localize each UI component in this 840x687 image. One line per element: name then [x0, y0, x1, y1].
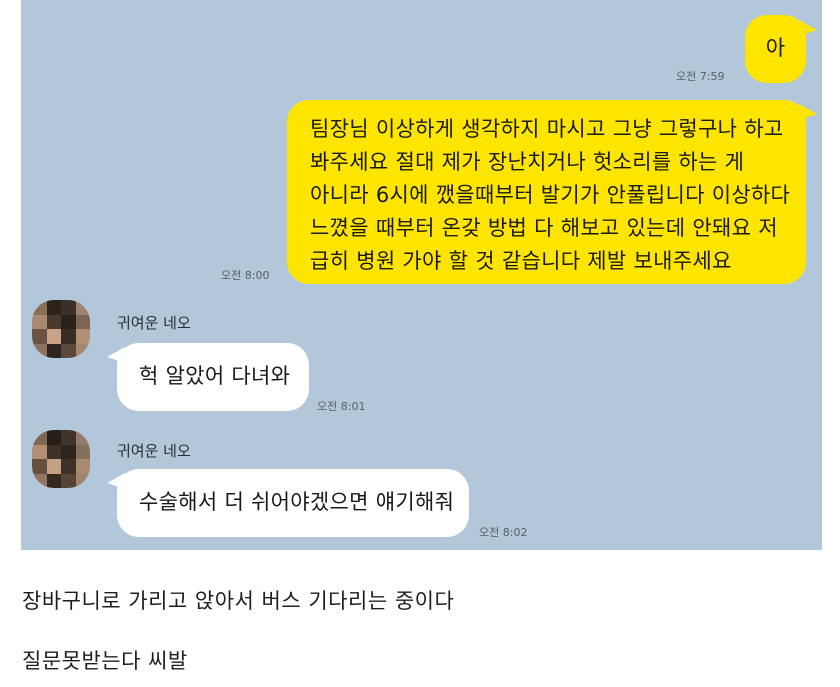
message-text: 아: [765, 36, 786, 60]
page: 아 오전 7:59 팀장님 이상하게 생각하지 마시고 그냥 그렇구나 하고 봐…: [0, 0, 840, 687]
bubble-tail: [107, 347, 125, 363]
sender-name: 귀여운 네오: [117, 442, 191, 460]
avatar: [32, 430, 90, 488]
message-time: 오전 7:59: [676, 70, 725, 83]
message-text: 헉 알았어 다녀와: [139, 364, 291, 388]
my-message-bubble: 팀장님 이상하게 생각하지 마시고 그냥 그렇구나 하고 봐주세요 절대 제가 …: [287, 100, 806, 284]
chat-screenshot: 아 오전 7:59 팀장님 이상하게 생각하지 마시고 그냥 그렇구나 하고 봐…: [21, 0, 822, 550]
other-message-bubble: 헉 알았어 다녀와: [117, 343, 309, 411]
message-time: 오전 8:00: [221, 269, 270, 282]
avatar: [32, 300, 90, 358]
message-time: 오전 8:02: [479, 526, 528, 539]
caption-line: 질문못받는다 씨발: [22, 649, 188, 673]
my-message-bubble: 아: [745, 15, 806, 83]
other-message-bubble: 수술해서 더 쉬어야겠으면 얘기해줘: [117, 469, 469, 537]
bubble-tail: [799, 104, 817, 120]
sender-name: 귀여운 네오: [117, 314, 191, 332]
caption-line: 장바구니로 가리고 앉아서 버스 기다리는 중이다: [22, 589, 455, 613]
bubble-tail: [107, 473, 125, 489]
message-text: 수술해서 더 쉬어야겠으면 얘기해줘: [139, 490, 455, 514]
message-text: 팀장님 이상하게 생각하지 마시고 그냥 그렇구나 하고 봐주세요 절대 제가 …: [310, 117, 791, 273]
bubble-tail: [799, 20, 817, 36]
message-time: 오전 8:01: [317, 400, 366, 413]
